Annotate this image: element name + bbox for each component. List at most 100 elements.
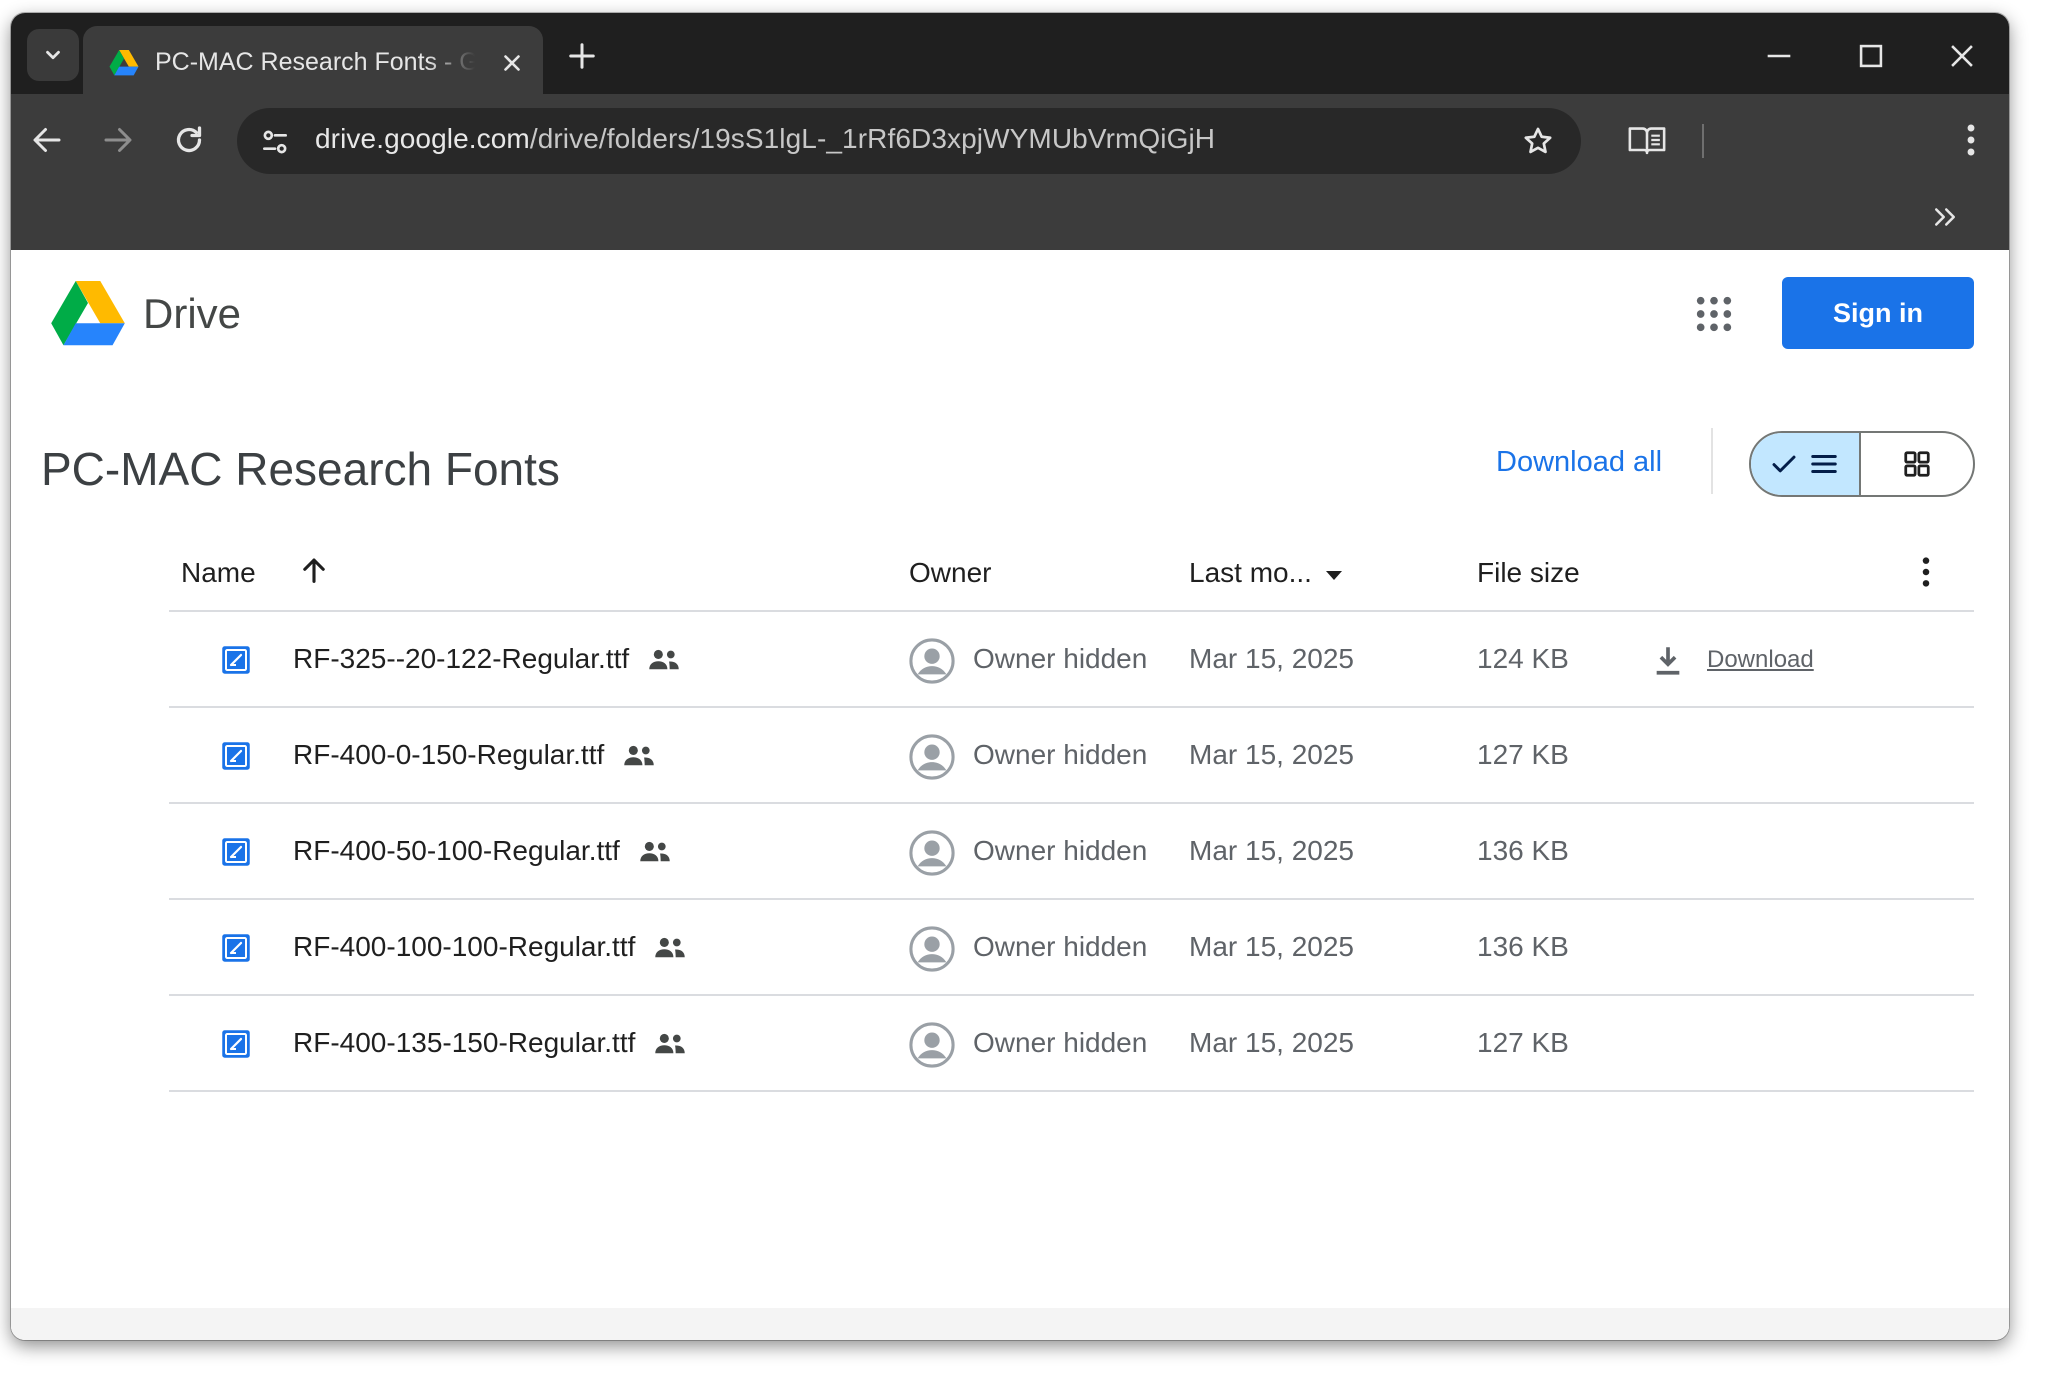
file-size: 127 KB — [1477, 739, 1569, 770]
file-name-cell[interactable]: RF-400-50-100-Regular.ttf — [293, 835, 672, 867]
shared-people-icon — [655, 937, 686, 958]
header-divider — [1711, 428, 1713, 494]
reload-icon[interactable] — [171, 122, 207, 158]
table-header: Name Owner Last mo... File size — [169, 535, 1974, 612]
column-header-file-size[interactable]: File size — [1477, 557, 1580, 589]
column-header-last-modified-label: Last mo... — [1189, 557, 1312, 588]
view-toggle — [1749, 431, 1975, 497]
owner-name: Owner hidden — [973, 643, 1148, 674]
browser-window: PC-MAC Research Fonts - Google Drive dri… — [11, 13, 2009, 1340]
google-apps-grid-icon[interactable] — [1694, 294, 1734, 334]
last-modified: Mar 15, 2025 — [1189, 835, 1354, 866]
avatar-placeholder-icon — [909, 1022, 955, 1068]
file-name-cell[interactable]: RF-400-135-150-Regular.ttf — [293, 1027, 687, 1059]
folder-title: PC-MAC Research Fonts — [41, 443, 560, 495]
file-name-cell[interactable]: RF-400-0-150-Regular.ttf — [293, 739, 656, 771]
forward-arrow-icon[interactable] — [100, 122, 136, 158]
last-modified: Mar 15, 2025 — [1189, 931, 1354, 962]
tab-title: PC-MAC Research Fonts - Google Drive — [155, 48, 475, 76]
file-name: RF-400-100-100-Regular.ttf — [293, 931, 636, 962]
drive-page: Drive Sign in PC-MAC Research Fonts Down… — [11, 250, 2009, 1340]
file-size: 136 KB — [1477, 931, 1569, 962]
sign-in-button[interactable]: Sign in — [1782, 277, 1974, 349]
window-close-icon[interactable] — [1945, 39, 1979, 73]
table-row[interactable]: RF-400-135-150-Regular.ttf Owner hidden … — [169, 996, 1974, 1092]
url-text[interactable]: drive.google.com/drive/folders/19sS1lgL-… — [315, 123, 1215, 155]
file-name: RF-325--20-122-Regular.ttf — [293, 643, 630, 674]
shared-people-icon — [640, 841, 670, 862]
last-modified: Mar 15, 2025 — [1189, 643, 1354, 674]
column-header-owner[interactable]: Owner — [909, 557, 991, 589]
column-header-last-modified[interactable]: Last mo... — [1189, 557, 1344, 589]
more-vert-icon[interactable] — [1915, 555, 1937, 589]
toolbar-divider — [1702, 124, 1704, 158]
google-drive-favicon-icon — [109, 50, 139, 76]
back-arrow-icon[interactable] — [29, 122, 65, 158]
column-header-name[interactable]: Name — [181, 557, 256, 589]
owner-name: Owner hidden — [973, 739, 1148, 770]
last-modified: Mar 15, 2025 — [1189, 1027, 1354, 1058]
owner-name: Owner hidden — [973, 835, 1148, 866]
grid-icon — [1904, 451, 1930, 477]
last-modified: Mar 15, 2025 — [1189, 739, 1354, 770]
font-file-icon — [222, 934, 250, 962]
avatar-placeholder-icon — [909, 830, 955, 876]
sort-ascending-arrow-icon[interactable] — [297, 553, 331, 587]
row-download-link[interactable]: Download — [1707, 646, 1814, 674]
font-file-icon — [222, 742, 250, 770]
double-chevron-right-icon[interactable] — [1930, 202, 1960, 232]
google-drive-logo-icon[interactable] — [51, 281, 125, 347]
caret-down-icon — [1325, 570, 1342, 580]
list-view-button[interactable] — [1751, 433, 1861, 495]
bookmark-star-icon[interactable] — [1521, 124, 1555, 158]
shared-people-icon — [624, 745, 654, 766]
browser-toolbar: drive.google.com/drive/folders/19sS1lgL-… — [11, 94, 2009, 192]
url-host: drive.google.com — [315, 123, 530, 154]
owner-name: Owner hidden — [973, 1027, 1148, 1058]
grid-view-button[interactable] — [1861, 433, 1973, 495]
shared-people-icon — [655, 1033, 686, 1054]
file-table: Name Owner Last mo... File size RF-325--… — [169, 535, 1974, 1092]
address-bar[interactable]: drive.google.com/drive/folders/19sS1lgL-… — [237, 108, 1581, 174]
font-file-icon — [222, 838, 250, 866]
table-row[interactable]: RF-400-0-150-Regular.ttf Owner hidden Ma… — [169, 708, 1974, 804]
avatar-placeholder-icon — [909, 638, 955, 684]
table-body: RF-325--20-122-Regular.ttf Owner hidden … — [169, 612, 1974, 1092]
file-name: RF-400-0-150-Regular.ttf — [293, 739, 605, 770]
more-vert-icon[interactable] — [1961, 122, 1981, 158]
table-row[interactable]: RF-400-50-100-Regular.ttf Owner hidden M… — [169, 804, 1974, 900]
page-footer — [11, 1308, 2009, 1340]
avatar-placeholder-icon — [909, 734, 955, 780]
maximize-icon[interactable] — [1854, 39, 1888, 73]
file-size: 136 KB — [1477, 835, 1569, 866]
bookmarks-bar — [11, 192, 2009, 250]
font-file-icon — [222, 646, 250, 674]
file-name-cell[interactable]: RF-325--20-122-Regular.ttf — [293, 643, 681, 675]
site-info-tune-icon[interactable] — [259, 126, 291, 158]
close-icon[interactable] — [499, 50, 525, 76]
file-name: RF-400-135-150-Regular.ttf — [293, 1027, 636, 1058]
drive-product-name[interactable]: Drive — [143, 290, 241, 338]
list-icon — [1811, 455, 1837, 473]
avatar-placeholder-icon — [909, 926, 955, 972]
chevron-down-icon — [46, 50, 60, 60]
file-size: 127 KB — [1477, 1027, 1569, 1058]
reading-mode-icon[interactable] — [1627, 122, 1667, 158]
download-all-button[interactable]: Download all — [1496, 446, 1662, 479]
active-tab[interactable]: PC-MAC Research Fonts - Google Drive — [83, 26, 543, 94]
file-size: 124 KB — [1477, 643, 1569, 674]
file-name: RF-400-50-100-Regular.ttf — [293, 835, 620, 866]
shared-people-icon — [649, 649, 679, 670]
tab-search-button[interactable] — [27, 29, 79, 81]
font-file-icon — [222, 1030, 250, 1058]
table-row[interactable]: RF-325--20-122-Regular.ttf Owner hidden … — [169, 612, 1974, 708]
minimize-icon[interactable] — [1762, 39, 1796, 73]
download-arrow-icon[interactable] — [1651, 642, 1685, 678]
new-tab-plus-icon[interactable] — [567, 41, 597, 71]
owner-name: Owner hidden — [973, 931, 1148, 962]
check-icon — [1772, 455, 1796, 473]
tab-strip: PC-MAC Research Fonts - Google Drive — [11, 13, 2009, 94]
file-name-cell[interactable]: RF-400-100-100-Regular.ttf — [293, 931, 687, 963]
url-path: /drive/folders/19sS1lgL-_1rRf6D3xpjWYMUb… — [529, 123, 1216, 154]
table-row[interactable]: RF-400-100-100-Regular.ttf Owner hidden … — [169, 900, 1974, 996]
